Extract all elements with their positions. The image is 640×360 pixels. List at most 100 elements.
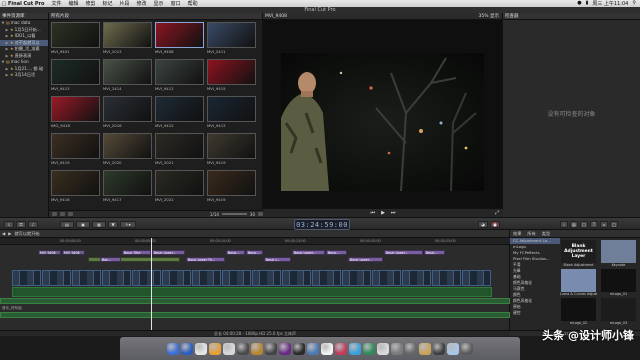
primary-video-clip[interactable]: [372, 270, 401, 286]
dock-app-icon[interactable]: [363, 342, 375, 355]
clip-thumbnail[interactable]: [103, 133, 152, 159]
dock-app-icon[interactable]: [181, 342, 193, 355]
retime-icon[interactable]: ⏰: [490, 221, 500, 228]
playhead[interactable]: [151, 238, 152, 336]
title-clip[interactable]: Basic Title: [122, 250, 151, 255]
effects-tab-type[interactable]: 类型: [542, 230, 550, 237]
dock-app-icon[interactable]: [419, 342, 431, 355]
menu-view[interactable]: 显示: [154, 0, 164, 7]
title-clip[interactable]: Basic L...: [264, 257, 291, 262]
wifi-icon[interactable]: ●: [577, 0, 581, 7]
title-clip[interactable]: Basic Lower...: [384, 250, 423, 255]
primary-video-clip[interactable]: [432, 270, 461, 286]
timeline-back-icon[interactable]: ◀: [2, 231, 5, 236]
primary-video-clip[interactable]: [252, 270, 281, 286]
dock-app-icon[interactable]: [391, 342, 403, 355]
dock-app-icon[interactable]: [251, 342, 263, 355]
clip-thumbnail[interactable]: [155, 133, 204, 159]
library-item[interactable]: ▶ ★ 3月14日活: [0, 72, 48, 79]
primary-video-clip[interactable]: [222, 270, 251, 286]
enhancements-icon[interactable]: ◕: [478, 221, 488, 228]
dock-app-icon[interactable]: [433, 342, 445, 355]
clip-thumbnail[interactable]: [103, 59, 152, 85]
clip-thumbnail[interactable]: [103, 22, 152, 48]
primary-video-clip[interactable]: [12, 270, 41, 286]
effects-tab-all[interactable]: 所有: [527, 230, 535, 237]
dock-app-icon[interactable]: [377, 342, 389, 355]
zoom-slider[interactable]: [221, 213, 247, 215]
disclosure-triangle-icon[interactable]: ▶: [5, 72, 9, 79]
insert-clip-icon[interactable]: ▣: [76, 221, 90, 228]
effect-thumbnail[interactable]: [601, 298, 636, 321]
dock-app-icon[interactable]: [167, 342, 179, 355]
primary-video-clip[interactable]: [162, 270, 191, 286]
list-view-icon[interactable]: [60, 212, 65, 216]
photos-browser-icon[interactable]: ▢: [580, 221, 588, 228]
menu-file[interactable]: 文件: [51, 0, 61, 7]
menu-window[interactable]: 窗口: [171, 0, 181, 7]
dock-app-icon[interactable]: [237, 342, 249, 355]
menu-clock[interactable]: 周三 上午11:04: [592, 0, 628, 7]
generators-browser-icon[interactable]: ▫: [600, 221, 608, 228]
title-clip[interactable]: Basic...: [246, 250, 263, 255]
dock-app-icon[interactable]: [461, 342, 473, 355]
clip-thumbnail[interactable]: [207, 96, 256, 122]
audio-waveform[interactable]: [12, 287, 492, 297]
timecode-display[interactable]: 03:24:59:00: [294, 219, 350, 230]
primary-video-clip[interactable]: [342, 270, 371, 286]
clip-thumbnail[interactable]: [207, 59, 256, 85]
gear-icon[interactable]: [52, 212, 57, 216]
play-icon[interactable]: ▶: [381, 210, 385, 216]
overwrite-clip-icon[interactable]: ▼: [108, 221, 118, 228]
clip-thumbnail[interactable]: [51, 59, 100, 85]
dock-app-icon[interactable]: [307, 342, 319, 355]
title-clip[interactable]: Bas...: [100, 257, 121, 262]
primary-video-clip[interactable]: [282, 270, 311, 286]
primary-video-clip[interactable]: [312, 270, 341, 286]
primary-video-clip[interactable]: [132, 270, 161, 286]
import-media-icon[interactable]: ⇩: [4, 221, 14, 228]
clip-thumbnail[interactable]: [51, 96, 100, 122]
clip-thumbnail[interactable]: [51, 170, 100, 196]
dock-app-icon[interactable]: [405, 342, 417, 355]
connected-clip-strip[interactable]: [120, 257, 180, 262]
effect-thumbnail[interactable]: Blank Adjustment Layer: [561, 240, 596, 263]
clip-thumbnail[interactable]: [51, 133, 100, 159]
select-tool-icon[interactable]: ↖▾: [120, 221, 136, 228]
primary-video-clip[interactable]: [192, 270, 221, 286]
dock-app-icon[interactable]: [195, 342, 207, 355]
dock-app-icon[interactable]: [223, 342, 235, 355]
primary-video-clip[interactable]: [402, 270, 431, 286]
title-clip[interactable]: Basic...: [226, 250, 245, 255]
inspector-toggle-icon[interactable]: i: [560, 221, 568, 228]
fullscreen-icon[interactable]: ⤢: [495, 210, 499, 216]
dock-app-icon[interactable]: [321, 342, 333, 355]
primary-video-clip[interactable]: [462, 270, 491, 286]
dock-app-icon[interactable]: [335, 342, 347, 355]
background-music-clip[interactable]: [0, 298, 510, 304]
audio-clip[interactable]: [0, 312, 510, 318]
title-clip[interactable]: Basic Lower...: [152, 250, 185, 255]
primary-video-clip[interactable]: [102, 270, 131, 286]
titles-browser-icon[interactable]: T: [590, 221, 598, 228]
previous-frame-icon[interactable]: ⏮: [371, 210, 376, 216]
battery-icon[interactable]: ▮: [586, 0, 589, 7]
menu-app-name[interactable]: Final Cut Pro: [8, 1, 44, 7]
effect-thumbnail[interactable]: [561, 298, 596, 321]
effect-thumbnail[interactable]: [561, 269, 596, 292]
clip-thumbnail[interactable]: [155, 59, 204, 85]
search-icon[interactable]: ⚲: [632, 0, 636, 7]
menu-trim[interactable]: 修剪: [85, 0, 95, 7]
clip-thumbnail[interactable]: [155, 96, 204, 122]
title-clip[interactable]: Basic...: [326, 250, 347, 255]
viewer-view-menu[interactable]: 显示: [490, 14, 499, 19]
viewer-frame[interactable]: [281, 53, 484, 191]
dock-app-icon[interactable]: [209, 342, 221, 355]
dock-app-icon[interactable]: [349, 342, 361, 355]
apple-icon[interactable]: : [0, 1, 8, 7]
menu-modify[interactable]: 修改: [137, 0, 147, 7]
title-clip[interactable]: Basic Lower...: [292, 250, 325, 255]
viewer-zoom[interactable]: 35%: [479, 14, 489, 19]
next-frame-icon[interactable]: ⏭: [391, 210, 396, 216]
dock-app-icon[interactable]: [279, 342, 291, 355]
